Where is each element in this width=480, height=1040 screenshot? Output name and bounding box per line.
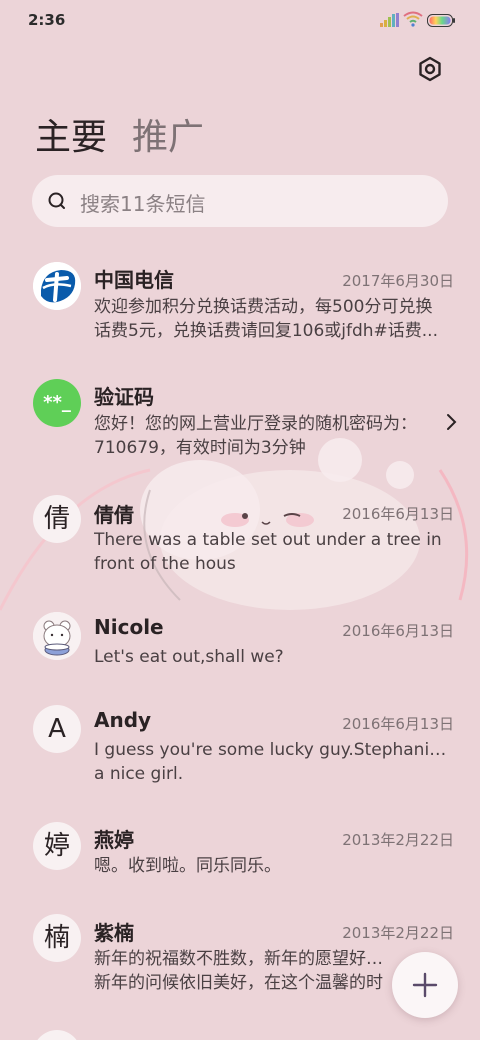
conversation-date: 2013年2月22日 <box>342 924 454 942</box>
conversation-name: Nicole <box>94 615 164 639</box>
avatar-letter: 倩 <box>43 504 70 534</box>
conversation-item[interactable]: 中国电信 2017年6月30日 欢迎参加积分兑换话费活动，每500分可兑换 话费… <box>0 262 480 362</box>
conversation-item[interactable]: 倩 倩倩 2016年6月13日 There was a table set ou… <box>0 495 480 595</box>
avatar: 楠 <box>33 914 81 962</box>
new-message-button[interactable] <box>392 952 458 1018</box>
battery-icon <box>427 14 455 27</box>
search-icon <box>48 192 65 209</box>
conversation-item[interactable]: **_ 验证码 您好！您的网上营业厅登录的随机密码为： 710679，有效时间为… <box>0 379 480 479</box>
china-telecom-logo-icon <box>33 262 81 310</box>
avatar-letter: 婷 <box>43 831 70 861</box>
conversation-preview: There was a table set out under a tree i… <box>94 530 442 574</box>
conversation-date: 2013年2月22日 <box>342 831 454 849</box>
conversation-preview: Let's eat out,shall we? <box>94 647 284 667</box>
china-telecom-logo-avatar <box>33 262 81 310</box>
conversation-preview: 新年的祝福数不胜数，新年的愿望好多好 新年的问候依旧美好，在这个温馨的时 <box>94 949 394 993</box>
conversation-preview: 欢迎参加积分兑换话费活动，每500分可兑换 话费5元，兑换话费请回复106或jf… <box>94 297 438 341</box>
conversation-name: 倩倩 <box>94 503 134 527</box>
plus-icon <box>412 972 438 998</box>
conversation-preview: 您好！您的网上营业厅登录的随机密码为： 710679，有效时间为3分钟 <box>94 414 417 458</box>
avatar: 倩 <box>33 495 81 543</box>
search-input[interactable]: 搜索11条短信 <box>32 175 448 227</box>
conversation-date: 2016年6月13日 <box>342 715 454 733</box>
conversation-name: 验证码 <box>94 385 154 409</box>
conversation-item[interactable]: 婷 燕婷 2013年2月22日 嗯。收到啦。同乐同乐。 <box>0 822 480 902</box>
status-bar: 2:36 <box>0 0 480 42</box>
status-time: 2:36 <box>28 11 66 29</box>
tab-promotions[interactable]: 推广 <box>132 108 204 160</box>
verification-code-icon: **_ <box>43 392 71 413</box>
chevron-right-icon[interactable] <box>444 412 458 432</box>
conversation-name: 中国电信 <box>94 268 174 292</box>
conversation-item[interactable]: A Andy 2016年6月13日 I guess you're some lu… <box>0 705 480 805</box>
conversation-preview: 嗯。收到啦。同乐同乐。 <box>94 856 281 876</box>
tab-primary[interactable]: 主要 <box>35 108 107 160</box>
conversation-name: 紫楠 <box>94 921 134 945</box>
avatar <box>33 1030 81 1040</box>
signal-icon <box>380 13 399 27</box>
conversation-date: 2017年6月30日 <box>342 272 454 290</box>
settings-hexagon-icon[interactable] <box>416 55 444 83</box>
conversation-preview: I guess you're some lucky guy.Stephanie … <box>94 740 456 784</box>
conversation-name: Andy <box>94 708 152 732</box>
conversation-date: 2016年6月13日 <box>342 505 454 523</box>
avatar: 婷 <box>33 822 81 870</box>
search-placeholder: 搜索11条短信 <box>80 192 206 216</box>
avatar: A <box>33 705 81 753</box>
avatar-letter: 楠 <box>43 923 70 953</box>
wifi-icon <box>403 11 423 27</box>
conversation-date: 2016年6月13日 <box>342 622 454 640</box>
bear-drum-icon <box>33 612 81 660</box>
bear-drum-photo-avatar <box>33 612 81 660</box>
conversation-item-partial[interactable] <box>0 1030 480 1040</box>
conversation-item[interactable]: Nicole 2016年6月13日 Let's eat out,shall we… <box>0 612 480 692</box>
verification-code-avatar: **_ <box>33 379 81 427</box>
avatar-letter: A <box>48 714 66 744</box>
conversation-name: 燕婷 <box>94 828 134 852</box>
